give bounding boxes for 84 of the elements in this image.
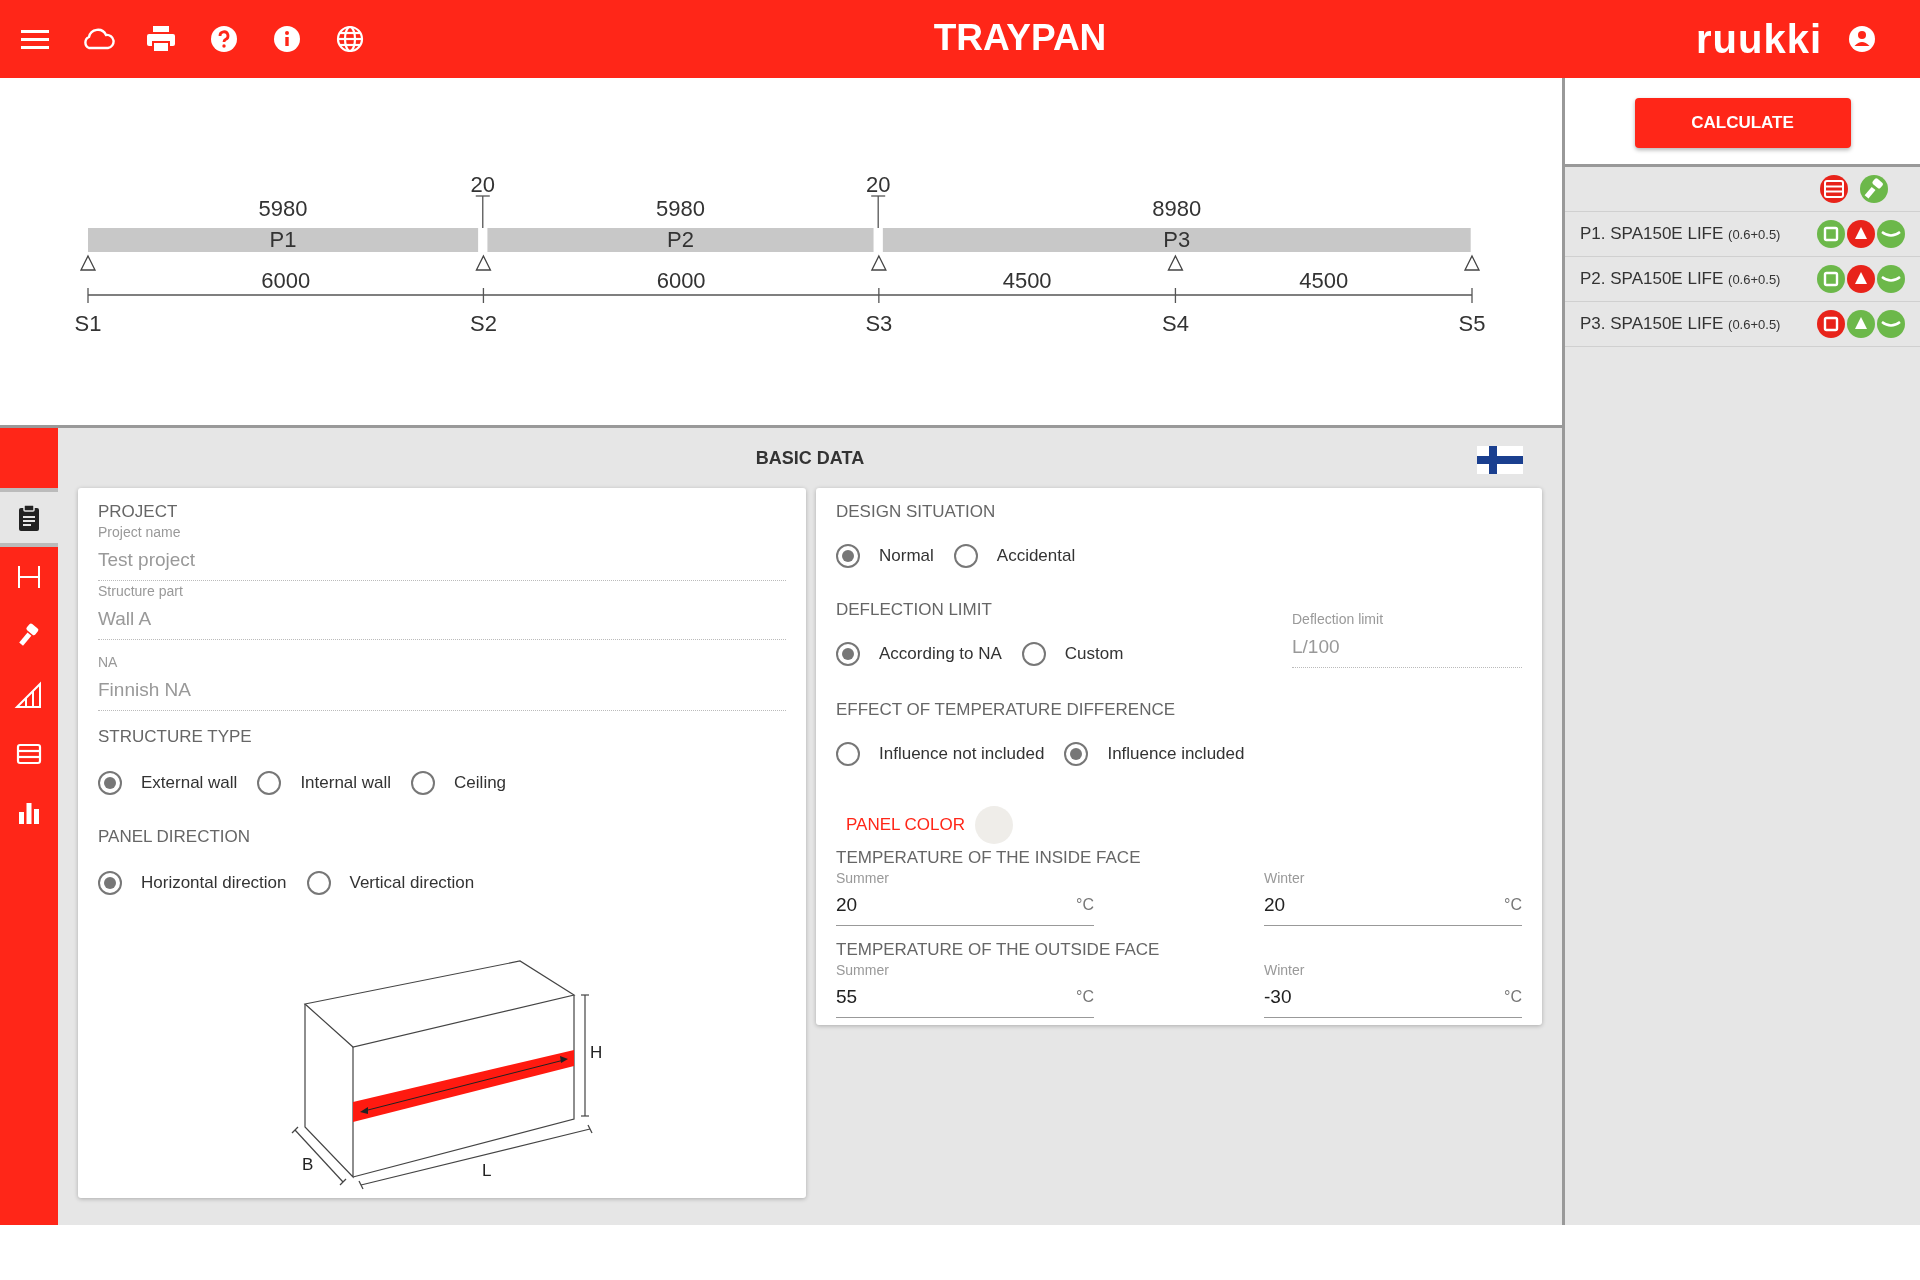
- dimension-line: [291, 1126, 347, 1186]
- section-heading: DEFLECTION LIMIT: [836, 600, 993, 620]
- leader-line: [870, 195, 886, 229]
- radio-label[interactable]: Influence included: [1107, 744, 1245, 764]
- length-label: 5980: [258, 196, 308, 221]
- panel-label: P2: [667, 227, 694, 252]
- radio-label[interactable]: Accidental: [996, 546, 1076, 566]
- unit-label: °C: [1504, 988, 1522, 1006]
- radio-label[interactable]: Horizontal direction: [141, 873, 287, 893]
- radio-button[interactable]: [953, 544, 978, 568]
- gap-label: 20: [470, 172, 495, 197]
- unit-label: °C: [1076, 896, 1094, 914]
- section-heading: PANEL DIRECTION: [98, 827, 252, 847]
- length-label: 8980: [1152, 196, 1202, 221]
- panel-name: P2. SPA150E LIFE (0.6+0.5): [1580, 269, 1781, 289]
- radio-button[interactable]: [411, 771, 436, 795]
- radio-button[interactable]: [257, 771, 282, 795]
- radio-label[interactable]: Internal wall: [300, 773, 392, 793]
- radio-label[interactable]: According to NA: [879, 644, 1002, 664]
- span-label: 6000: [261, 268, 311, 293]
- dimension-label: H: [590, 1043, 603, 1062]
- radio-label[interactable]: External wall: [141, 773, 238, 793]
- radio-button[interactable]: [836, 642, 860, 666]
- section-heading: DESIGN SITUATION: [836, 502, 997, 522]
- field-label: Winter: [1264, 962, 1306, 978]
- support-icon: [870, 254, 887, 271]
- section-heading: PROJECT: [98, 502, 179, 522]
- clipboard-icon[interactable]: [0, 488, 58, 547]
- span-label: 4500: [1299, 268, 1349, 293]
- panel-label: P1: [269, 227, 297, 252]
- section-heading: TEMPERATURE OF THE OUTSIDE FACE: [836, 940, 1161, 960]
- radio-button[interactable]: [1021, 642, 1046, 666]
- radio-label[interactable]: Custom: [1064, 644, 1124, 664]
- layers-icon[interactable]: [1819, 174, 1849, 204]
- section-title: BASIC DATA: [755, 447, 865, 469]
- gap-label: 20: [865, 172, 891, 197]
- radio-button[interactable]: [98, 871, 122, 895]
- field-label: Deflection limit: [1292, 611, 1385, 627]
- unit-label: °C: [1076, 988, 1094, 1006]
- calculate-button[interactable]: CALCULATE: [1634, 98, 1851, 148]
- field-label: Summer: [836, 962, 890, 978]
- brand-logo: ruukki: [1695, 16, 1822, 62]
- radio-label[interactable]: Ceiling: [454, 773, 507, 793]
- app-title: TRAYPAN: [932, 17, 1108, 59]
- field-label: NA: [98, 654, 119, 670]
- radio-label[interactable]: Vertical direction: [349, 873, 475, 893]
- result-row[interactable]: P2. SPA150E LIFE (0.6+0.5): [1565, 257, 1920, 302]
- result-row[interactable]: P3. SPA150E LIFE (0.6+0.5): [1565, 302, 1920, 347]
- radio-button[interactable]: [836, 544, 860, 568]
- panel-color-label[interactable]: PANEL COLOR: [846, 815, 966, 835]
- radio-button[interactable]: [98, 771, 122, 795]
- flag-icon[interactable]: [1477, 446, 1523, 474]
- dimension-label: L: [482, 1161, 492, 1180]
- result-row[interactable]: P1. SPA150E LIFE (0.6+0.5): [1565, 212, 1920, 257]
- radio-button[interactable]: [306, 871, 331, 895]
- radio-label[interactable]: Influence not included: [879, 744, 1045, 764]
- radio-label[interactable]: Normal: [879, 546, 934, 566]
- support-label: S2: [469, 311, 497, 336]
- support-icon: [1463, 254, 1481, 271]
- section-heading: EFFECT OF TEMPERATURE DIFFERENCE: [836, 700, 1177, 720]
- span-label: 4500: [1002, 268, 1052, 293]
- panel-name: P1. SPA150E LIFE (0.6+0.5): [1580, 224, 1781, 244]
- section-heading: TEMPERATURE OF THE INSIDE FACE: [836, 848, 1142, 868]
- radio-button[interactable]: [1064, 742, 1089, 766]
- panel-name: P3. SPA150E LIFE (0.6+0.5): [1580, 314, 1781, 334]
- radio-button[interactable]: [836, 742, 860, 766]
- panel-label: P3: [1163, 227, 1191, 252]
- support-label: S1: [74, 311, 102, 336]
- support-icon: [475, 254, 492, 271]
- length-label: 5980: [656, 196, 705, 221]
- support-label: S5: [1458, 311, 1486, 336]
- field-label: Summer: [836, 870, 890, 886]
- support-icon: [79, 254, 97, 271]
- support-label: S3: [865, 311, 893, 336]
- field-label: Project name: [98, 524, 182, 540]
- support-label: S4: [1161, 311, 1189, 336]
- support-icon: [1167, 254, 1184, 271]
- dimension-label: B: [302, 1155, 314, 1174]
- field-label: Structure part: [98, 583, 184, 599]
- section-heading: STRUCTURE TYPE: [98, 727, 253, 747]
- span-label: 6000: [656, 268, 706, 293]
- field-label: Winter: [1264, 870, 1306, 886]
- unit-label: °C: [1504, 896, 1522, 914]
- leader-line: [475, 195, 491, 229]
